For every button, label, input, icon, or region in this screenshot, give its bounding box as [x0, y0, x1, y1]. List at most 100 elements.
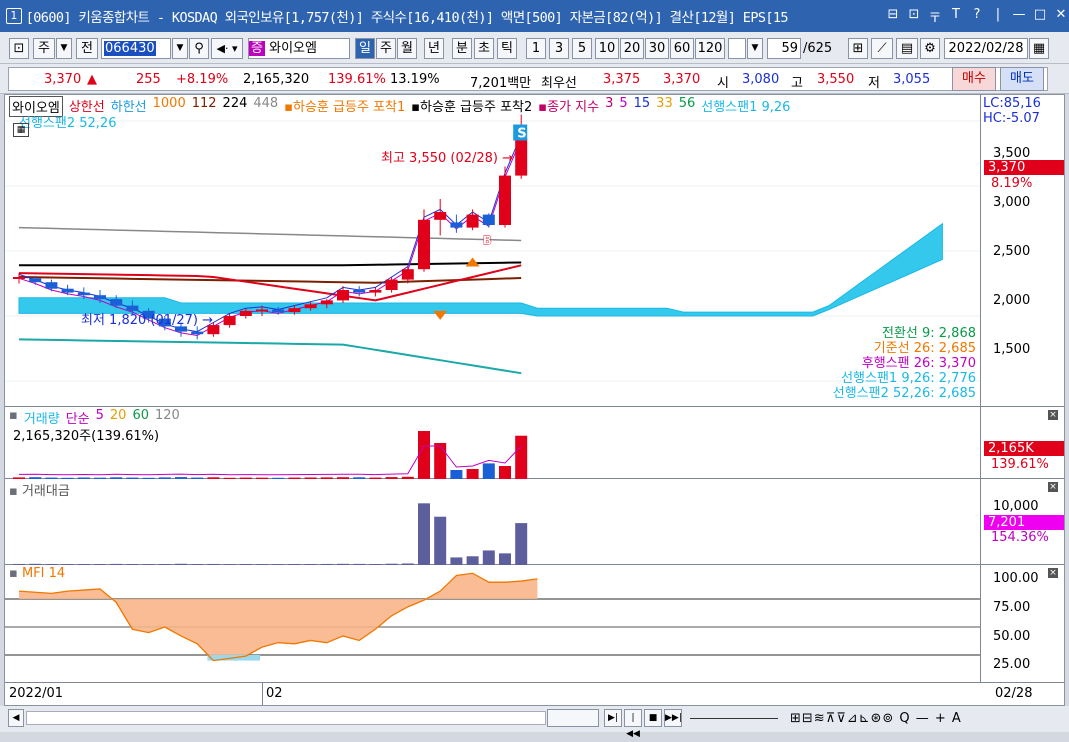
period-tick[interactable]: 틱 [497, 38, 517, 59]
chevron-down-icon[interactable]: ▼ [747, 38, 763, 59]
pin-icon[interactable]: 〒 [927, 7, 943, 26]
candle-up [13, 277, 25, 279]
interval-30[interactable]: 30 [645, 38, 669, 59]
legend-item[interactable]: 5 [619, 96, 627, 117]
legend-item[interactable]: 15 [634, 96, 651, 117]
maximize-icon[interactable]: □ [1032, 7, 1048, 26]
period-week[interactable]: 주 [376, 38, 396, 59]
search-icon[interactable]: ⚲ [189, 38, 209, 59]
mfi-pane[interactable]: ▪ MFI 14 [5, 565, 980, 683]
volume-y-axis: 2,165K 139.61% × [980, 407, 1064, 479]
save-icon[interactable]: ▤ [896, 38, 918, 59]
period-second[interactable]: 초 [474, 38, 494, 59]
legend-item[interactable]: 224 [223, 96, 248, 117]
chevron-down-icon[interactable]: ▼ [56, 38, 72, 59]
legend-item[interactable]: ▪하승훈 급등주 포착2 [411, 96, 532, 117]
period-year[interactable]: 년 [424, 38, 444, 59]
candle-up [385, 279, 398, 290]
legend-item[interactable]: 3 [605, 96, 613, 117]
close-pane-icon[interactable]: × [1048, 410, 1058, 420]
legend-item[interactable]: 1000 [153, 96, 186, 117]
legend-item[interactable]: 56 [679, 96, 696, 117]
bid-price: 3,370 [663, 72, 701, 87]
status-bar: ◀ ▶| |◀◀ ■ ▶▶| ⊞⊟≋⊼⊽⊿⊾⊛⊚ Q — + A [0, 706, 1069, 739]
minimize-icon[interactable]: — [1011, 7, 1027, 26]
x-tick-feb: 02 [266, 686, 283, 701]
market-select[interactable]: 주 [33, 38, 55, 59]
play-icon[interactable]: ▶| [604, 709, 622, 727]
gear-icon[interactable]: ⚙ [920, 38, 940, 59]
volume-pane[interactable]: ▪ 거래량 단순 5 20 60 120 2,165,320주(139.61%) [5, 407, 980, 479]
legend-item[interactable]: 112 [192, 96, 217, 117]
mfi-chart[interactable] [5, 565, 980, 683]
forward-icon[interactable]: ▶▶| [664, 709, 682, 727]
candle-down [450, 222, 463, 228]
legend-item[interactable]: 33 [656, 96, 673, 117]
close-pane-icon[interactable]: × [1048, 568, 1058, 578]
code-input[interactable]: 066430 [101, 38, 171, 59]
candle-up [466, 214, 479, 228]
close-pane-icon[interactable]: × [1048, 482, 1058, 492]
indicator-icon[interactable]: ⟋ [871, 38, 893, 59]
amount-bar [482, 550, 495, 565]
font-icon[interactable]: T [948, 7, 964, 26]
legend-item[interactable]: 448 [253, 96, 278, 117]
drawing-tools[interactable]: ⊞⊟≋⊼⊽⊿⊾⊛⊚ Q — + A [790, 711, 962, 726]
candle-down [272, 309, 285, 313]
rewind-icon[interactable]: |◀◀ [624, 709, 642, 739]
lc-value: LC:85,16 [983, 96, 1041, 111]
period-day[interactable]: 일 [355, 38, 375, 59]
price-pane[interactable]: SB 와이오엠 상한선 하한선 1000 112 224 448 ▪하승훈 급등주 포착1 ▪하… [5, 95, 980, 407]
amount-legend: ▪ 거래대금 [9, 480, 70, 499]
price-y-axis: LC:85,16 HC:-5.07 3,500 3,000 2,500 2,00… [980, 95, 1064, 407]
sell-button[interactable]: 매도 [1000, 67, 1044, 91]
interval-3[interactable]: 3 [549, 38, 569, 59]
restore-icon[interactable]: ⊟ [885, 7, 901, 26]
help-icon[interactable]: ? [969, 7, 985, 26]
interval-120[interactable]: 120 [695, 38, 725, 59]
scroll-left-icon[interactable]: ◀ [8, 709, 24, 727]
scrollbar-thumb[interactable] [547, 709, 599, 727]
menu-icon[interactable]: ⊡ [9, 38, 29, 59]
y-tick: 50.00 [993, 629, 1031, 644]
prev-button[interactable]: 전 [76, 38, 98, 59]
interval-10[interactable]: 10 [595, 38, 619, 59]
close-icon[interactable]: ✕ [1053, 7, 1069, 26]
period-month[interactable]: 월 [397, 38, 417, 59]
sound-icon[interactable]: ◀· ▾ [211, 38, 243, 59]
volume-bar [450, 470, 463, 479]
count-input[interactable]: 59 [767, 38, 801, 59]
legend-item[interactable]: ▪종가 지수 [538, 96, 599, 117]
scrollbar-track[interactable] [26, 711, 546, 725]
compare-icon[interactable]: ⊞ [848, 38, 868, 59]
stop-icon[interactable]: ■ [644, 709, 662, 727]
chevron-down-icon[interactable]: ▼ [172, 38, 188, 59]
tile-icon[interactable]: ⊡ [906, 7, 922, 26]
interval-5[interactable]: 5 [572, 38, 592, 59]
calendar-icon[interactable]: ▦ [1029, 38, 1049, 59]
amount-chart[interactable] [5, 479, 980, 565]
candle-down [29, 278, 42, 283]
candle-down [353, 290, 366, 293]
custom-interval-input[interactable] [728, 38, 746, 59]
low-annotation: 최저 1,820 (01/27) → [81, 313, 214, 328]
interval-60[interactable]: 60 [670, 38, 694, 59]
chart-area[interactable]: SB 와이오엠 상한선 하한선 1000 112 224 448 ▪하승훈 급등주 포착1 ▪하… [4, 94, 1065, 706]
interval-20[interactable]: 20 [620, 38, 644, 59]
high-annotation: 최고 3,550 (02/28) → [381, 151, 514, 166]
legend-item[interactable]: ▪하승훈 급등주 포착1 [284, 96, 405, 117]
interval-1[interactable]: 1 [526, 38, 546, 59]
candle-down [94, 295, 106, 300]
period-minute[interactable]: 분 [452, 38, 472, 59]
zoom-slider[interactable] [690, 718, 778, 719]
ask-price: 3,375 [603, 72, 641, 87]
price-chart[interactable]: SB [5, 95, 980, 407]
stock-name-field[interactable]: 증 와이오엠 [248, 38, 350, 59]
legend-item[interactable]: 선행스팬1 9,26 [701, 96, 790, 117]
table-icon[interactable]: ▦ [13, 123, 29, 137]
up-arrow-marker [433, 310, 448, 320]
date-input[interactable]: 2022/02/28 [944, 38, 1028, 59]
buy-button[interactable]: 매수 [952, 67, 996, 91]
amount-pane[interactable]: ▪ 거래대금 [5, 479, 980, 565]
candle-up [304, 304, 317, 309]
